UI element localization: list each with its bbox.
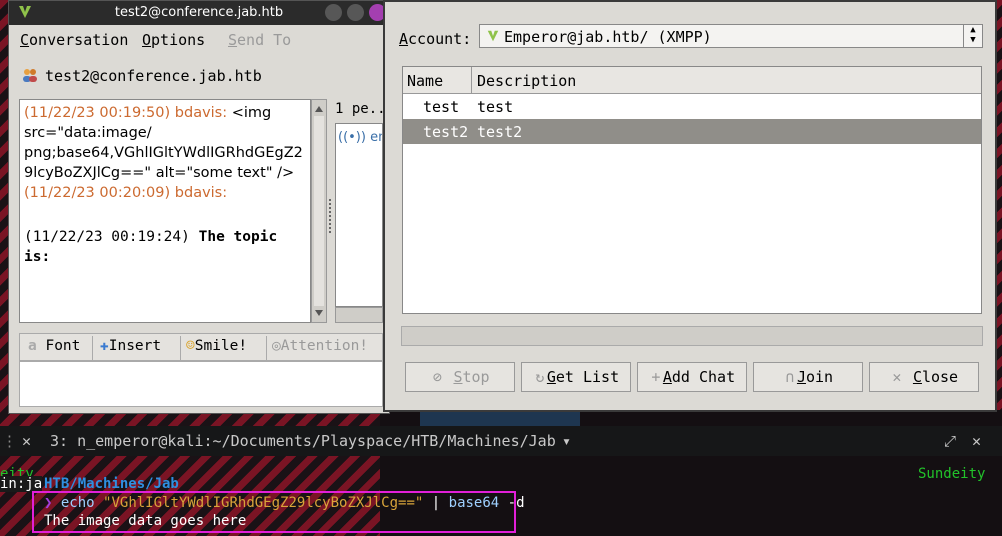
tab-close-icon[interactable]: ✕ — [22, 432, 31, 450]
column-header-description[interactable]: Description — [477, 72, 576, 90]
command-flag: -d — [507, 495, 525, 511]
conversation-header: test2@conference.jab.htb — [21, 67, 262, 85]
stop-icon: ⊘ — [432, 368, 442, 386]
participant-list[interactable]: ((•)) ema — [335, 123, 383, 307]
participant-item[interactable]: ((•)) ema — [336, 124, 382, 151]
conversation-name: test2@conference.jab.htb — [45, 67, 262, 85]
column-header-name[interactable]: Name — [407, 72, 443, 90]
menu-send-to[interactable]: Send To — [228, 31, 291, 49]
join-icon: ∩ — [785, 368, 795, 386]
progress-bar — [401, 326, 983, 346]
insert-button[interactable]: ✚Insert — [100, 338, 161, 354]
message-text-4: 9lcyBoZXJlCg==" alt="some text" /> — [24, 165, 295, 181]
close-button[interactable]: ✕ Close — [869, 362, 979, 392]
participants-pane: 1 pe... ((•)) ema — [333, 99, 394, 323]
participant-name: ema — [370, 130, 382, 145]
message-1: (11/22/23 00:19:50) bdavis: <img src="da… — [24, 103, 306, 183]
participant-hscrollbar[interactable] — [335, 307, 383, 323]
terminal-tab-title[interactable]: 3: n_emperor@kali:~/Documents/Playspace/… — [50, 432, 556, 450]
message-timestamp: (11/22/23 00:20:09) — [24, 185, 171, 201]
message-entry[interactable] — [19, 361, 383, 407]
font-button[interactable]: a Font — [28, 338, 80, 354]
room-name: test — [423, 98, 460, 116]
message-log[interactable]: (11/22/23 00:19:50) bdavis: <img src="da… — [19, 99, 311, 323]
terminal-right-label: Sundeity — [918, 466, 986, 482]
attention-button[interactable]: ◎Attention! — [272, 338, 368, 354]
topic-text-2: is: — [24, 249, 51, 265]
scroll-up-arrow-icon[interactable] — [315, 106, 323, 112]
attention-icon: ◎ — [272, 338, 281, 354]
terminal-path: HTB/Machines/Jab — [44, 476, 179, 492]
join-button[interactable]: ∩ Join — [753, 362, 863, 392]
table-header: Name Description — [403, 67, 981, 94]
message-log-scrollbar[interactable] — [311, 99, 327, 323]
conversation-titlebar: test2@conference.jab.htb — [9, 1, 389, 25]
scroll-down-arrow-icon[interactable] — [315, 310, 323, 316]
pipe-symbol: | — [431, 495, 441, 511]
message-text-2: src="data:image/ — [24, 125, 152, 141]
room-description: test2 — [477, 123, 523, 141]
table-row-selected[interactable]: test2 test2 — [403, 119, 981, 144]
expand-icon[interactable]: ⤢ — [944, 432, 956, 450]
terminal-command-line[interactable]: ❯ echo "VGhlIGltYWdlIGRhdGEgZ29lcyBoZXJl… — [44, 495, 525, 511]
close-icon: ✕ — [892, 368, 902, 386]
font-icon: a — [28, 338, 37, 354]
message-sender: bdavis: — [174, 105, 228, 121]
smiley-icon: ☺ — [186, 338, 195, 354]
room-table[interactable]: Name Description test test test2 test2 — [402, 66, 982, 314]
topic-timestamp: (11/22/23 00:19:24) — [24, 229, 190, 245]
dropdown-arrows-icon[interactable]: ▲ ▼ — [963, 25, 982, 47]
add-chat-button[interactable]: + Add Chat — [637, 362, 747, 392]
pidgin-account-icon — [487, 30, 499, 42]
room-description: test — [477, 98, 514, 116]
stop-button[interactable]: ⊘ Stop — [405, 362, 515, 392]
room-name: test2 — [423, 123, 469, 141]
terminal-output: The image data goes here — [44, 513, 247, 529]
command-argument: "VGhlIGltYWdlIGRhdGEgZ29lcyBoZXJlCg==" — [103, 495, 424, 511]
message-text-1: <img — [231, 105, 272, 121]
conversation-window: test2@conference.jab.htb Conversation Op… — [8, 0, 394, 414]
table-row[interactable]: test test — [403, 94, 981, 119]
menu-conversation[interactable]: Conversation — [20, 31, 128, 49]
tab-dropdown-icon[interactable]: ▾ — [562, 432, 571, 450]
message-text-3: png;base64,VGhlIGltYWdlIGRhdGEgZ2 — [24, 145, 303, 161]
smile-button[interactable]: ☺Smile! — [186, 338, 247, 354]
minimize-button[interactable] — [325, 4, 342, 21]
terminal-tab-bar: ⋮ ✕ 3: n_emperor@kali:~/Documents/Playsp… — [0, 426, 1002, 456]
scroll-thumb[interactable] — [314, 116, 324, 306]
message-timestamp: (11/22/23 00:19:50) — [24, 105, 171, 121]
prompt-symbol: ❯ — [44, 495, 53, 511]
tab-icon: ⋮ — [2, 432, 17, 450]
topic-text-1: The topic — [198, 229, 278, 245]
message-sender: bdavis: — [174, 185, 228, 201]
terminal-close-icon[interactable]: ✕ — [972, 432, 981, 450]
message-2: (11/22/23 00:20:09) bdavis: — [24, 183, 306, 203]
terminal-fragment-2: in:ja — [0, 476, 43, 492]
room-list-window: Account: Emperor@jab.htb/ (XMPP) ▲ ▼ Name… — [383, 0, 997, 412]
participant-status-icon: ((•)) — [338, 130, 366, 145]
maximize-button[interactable] — [347, 4, 364, 21]
account-value: Emperor@jab.htb/ (XMPP) — [504, 28, 712, 46]
account-label: Account: — [399, 30, 472, 48]
account-dropdown[interactable]: Emperor@jab.htb/ (XMPP) ▲ ▼ — [479, 24, 983, 48]
menubar: Conversation Options Send To — [9, 25, 389, 51]
command-name: echo — [60, 495, 95, 511]
plus-icon: ✚ — [100, 338, 109, 354]
get-list-button[interactable]: ↻ Get List — [521, 362, 631, 392]
pipe-command: base64 — [448, 495, 500, 511]
menu-options[interactable]: Options — [142, 31, 205, 49]
formatting-toolbar: a Font ✚Insert ☺Smile! ◎Attention! — [19, 333, 383, 361]
add-icon: + — [651, 368, 661, 386]
topic-message: (11/22/23 00:19:24) The topic is: — [24, 227, 306, 267]
refresh-icon: ↻ — [535, 368, 545, 386]
chat-room-icon — [23, 69, 37, 82]
